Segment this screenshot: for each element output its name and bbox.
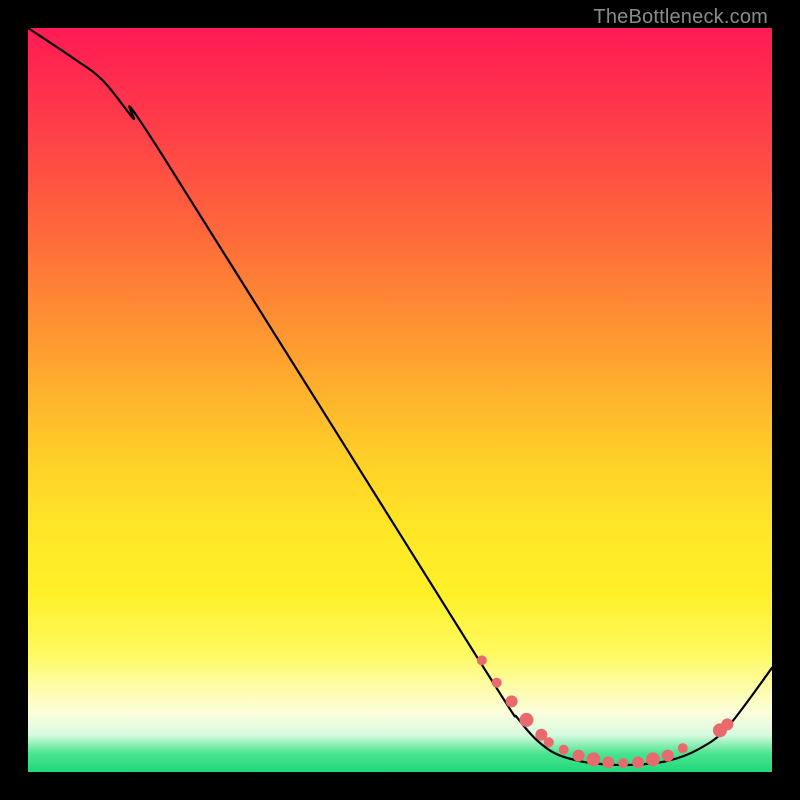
chart-stage: TheBottleneck.com <box>0 0 800 800</box>
main-curve <box>28 28 772 765</box>
highlight-dot <box>586 752 600 766</box>
highlight-dot <box>721 718 733 730</box>
highlight-dot <box>506 695 518 707</box>
plot-area <box>28 28 772 772</box>
highlight-dot <box>602 756 614 768</box>
highlight-dot <box>559 745 569 755</box>
highlight-dot <box>492 678 502 688</box>
highlight-dot <box>519 713 533 727</box>
attribution-text: TheBottleneck.com <box>593 6 768 29</box>
highlight-dot <box>618 758 628 768</box>
highlight-dot <box>544 737 554 747</box>
highlight-dot <box>678 743 688 753</box>
highlight-dot <box>477 655 487 665</box>
highlight-dot <box>573 750 585 762</box>
highlight-dot <box>632 756 644 768</box>
highlight-dot <box>662 750 674 762</box>
highlight-dot <box>646 752 660 766</box>
curve-layer <box>28 28 772 772</box>
